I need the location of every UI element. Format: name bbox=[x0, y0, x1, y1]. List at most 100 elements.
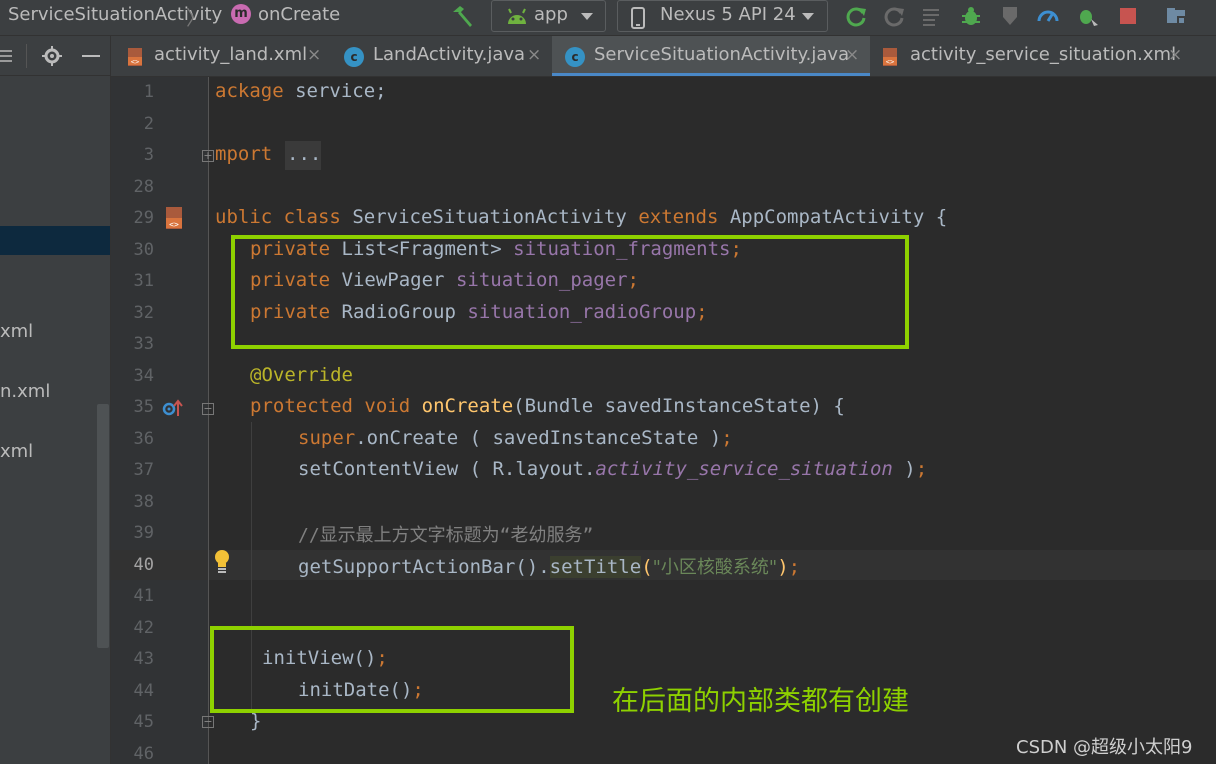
profile-icon[interactable] bbox=[999, 5, 1021, 27]
build-hammer-icon[interactable] bbox=[450, 4, 476, 28]
sync-list-icon[interactable] bbox=[921, 5, 943, 27]
line-number: 41 bbox=[133, 586, 154, 606]
selected-tree-row[interactable] bbox=[0, 226, 110, 255]
tab-land-activity-java[interactable]: c LandActivity.java × bbox=[332, 36, 552, 76]
line-number: 31 bbox=[133, 271, 154, 291]
device-dropdown[interactable]: Nexus 5 API 24 bbox=[617, 0, 828, 32]
layout-xml-gutter-icon[interactable]: <> bbox=[163, 206, 185, 230]
code-token: protected bbox=[250, 395, 353, 417]
gear-icon[interactable] bbox=[42, 46, 62, 66]
code-line-36: super.onCreate ( savedInstanceState ); bbox=[298, 427, 733, 449]
line-number-current: 40 bbox=[133, 555, 154, 575]
tree-item[interactable]: xml bbox=[0, 321, 33, 342]
tab-activity-service-situation-xml[interactable]: <> activity_service_situation.xml × bbox=[870, 36, 1190, 76]
scrollbar-thumb[interactable] bbox=[97, 404, 109, 648]
code-line-35: protected void onCreate(Bundle savedInst… bbox=[250, 395, 845, 417]
tab-label: activity_land.xml bbox=[154, 44, 308, 65]
tab-label: activity_service_situation.xml bbox=[910, 44, 1177, 65]
close-icon[interactable]: × bbox=[527, 45, 541, 65]
line-number: 3 bbox=[143, 145, 154, 165]
code-line-37: setContentView ( R.layout.activity_servi… bbox=[298, 458, 927, 480]
line-number: 45 bbox=[133, 712, 154, 732]
device-label: Nexus 5 API 24 bbox=[660, 4, 796, 25]
tree-item[interactable]: xml bbox=[0, 441, 33, 462]
line-number: 43 bbox=[133, 649, 154, 669]
debug-icon[interactable] bbox=[960, 5, 982, 27]
project-structure-icon[interactable] bbox=[1165, 5, 1187, 27]
lightbulb-icon[interactable] bbox=[212, 548, 232, 574]
line-number: 46 bbox=[133, 744, 154, 764]
code-token: void bbox=[364, 395, 411, 417]
java-class-icon: c bbox=[565, 47, 585, 67]
field-highlight-box bbox=[231, 235, 909, 349]
profiler-gauge-icon[interactable] bbox=[1037, 5, 1059, 27]
breadcrumb-method[interactable]: onCreate bbox=[258, 4, 340, 25]
code-token: setTitle bbox=[549, 556, 642, 578]
line-number: 36 bbox=[133, 429, 154, 449]
run-config-dropdown[interactable]: app bbox=[491, 0, 606, 32]
method-icon: m bbox=[231, 4, 251, 24]
tab-label: ServiceSituationActivity.java bbox=[594, 44, 850, 65]
line-number: 39 bbox=[133, 523, 154, 543]
close-icon[interactable]: × bbox=[845, 45, 859, 65]
code-token: AppCompatActivity { bbox=[729, 206, 948, 228]
xml-file-icon: <> bbox=[883, 48, 897, 66]
code-token: extends bbox=[638, 206, 719, 228]
fold-expand-icon[interactable]: + bbox=[202, 150, 214, 162]
code-line-34: @Override bbox=[250, 364, 353, 386]
code-line-45: } bbox=[250, 710, 262, 732]
code-token: .onCreate ( savedInstanceState ) bbox=[355, 427, 722, 449]
tab-label: LandActivity.java bbox=[373, 44, 526, 65]
project-panel-header bbox=[0, 36, 111, 76]
android-icon bbox=[508, 8, 526, 24]
code-token: ServiceSituationActivity bbox=[352, 206, 627, 228]
override-gutter-icon[interactable] bbox=[161, 398, 183, 418]
code-line-1: ackage service; bbox=[215, 80, 387, 102]
chevron-down-icon bbox=[802, 13, 814, 20]
phone-icon bbox=[631, 7, 645, 29]
fold-collapse-icon[interactable]: − bbox=[202, 716, 214, 728]
line-number: 29 bbox=[133, 208, 154, 228]
svg-text:<>: <> bbox=[131, 58, 139, 66]
svg-text:<>: <> bbox=[169, 220, 179, 229]
apply-code-changes-icon[interactable] bbox=[883, 5, 905, 27]
code-token: ublic bbox=[215, 206, 273, 228]
collapse-all-icon[interactable] bbox=[0, 48, 14, 64]
code-token: ) bbox=[777, 556, 789, 578]
line-number: 37 bbox=[133, 460, 154, 480]
tree-item[interactable]: n.xml bbox=[0, 381, 50, 402]
apply-changes-icon[interactable] bbox=[845, 5, 867, 27]
tab-service-situation-activity-java[interactable]: c ServiceSituationActivity.java × bbox=[552, 36, 870, 76]
project-panel: xml n.xml xml bbox=[0, 36, 111, 764]
code-token: ackage bbox=[215, 80, 284, 102]
code-token: ; bbox=[721, 427, 733, 449]
code-token: service; bbox=[283, 80, 387, 102]
java-class-icon: c bbox=[344, 47, 364, 67]
minimize-icon[interactable] bbox=[82, 55, 100, 57]
close-icon[interactable]: × bbox=[1168, 45, 1182, 65]
line-number: 28 bbox=[133, 177, 154, 197]
code-token: ( bbox=[641, 556, 653, 578]
code-line-39: //显示最上方文字标题为“老幼服务” bbox=[298, 525, 594, 546]
tab-activity-land-xml[interactable]: <> activity_land.xml × bbox=[111, 36, 332, 76]
line-number: 33 bbox=[133, 334, 154, 354]
code-token: ; bbox=[788, 556, 801, 578]
code-token: mport bbox=[215, 143, 273, 165]
ide-window: ServiceSituationActivity 〉 m onCreate ap… bbox=[0, 0, 1216, 764]
code-token: (Bundle savedInstanceState) { bbox=[513, 395, 845, 417]
code-line-29: ublic class ServiceSituationActivity ext… bbox=[215, 206, 947, 228]
close-icon[interactable]: × bbox=[307, 45, 321, 65]
watermark: CSDN @超级小太阳9 bbox=[1016, 737, 1193, 758]
fold-collapse-icon[interactable]: − bbox=[202, 403, 214, 415]
attach-debugger-icon[interactable] bbox=[1077, 5, 1099, 27]
line-number: 38 bbox=[133, 492, 154, 512]
code-token: getSupportActionBar(). bbox=[298, 556, 550, 578]
code-token: "小区核酸系统" bbox=[652, 557, 778, 578]
stop-icon[interactable] bbox=[1117, 5, 1139, 27]
line-number: 42 bbox=[133, 618, 154, 638]
navigation-toolbar: ServiceSituationActivity 〉 m onCreate ap… bbox=[0, 0, 1216, 36]
svg-text:<>: <> bbox=[886, 58, 894, 66]
run-config-label: app bbox=[534, 4, 568, 25]
line-number: 1 bbox=[143, 82, 154, 102]
line-number: 30 bbox=[133, 240, 154, 260]
